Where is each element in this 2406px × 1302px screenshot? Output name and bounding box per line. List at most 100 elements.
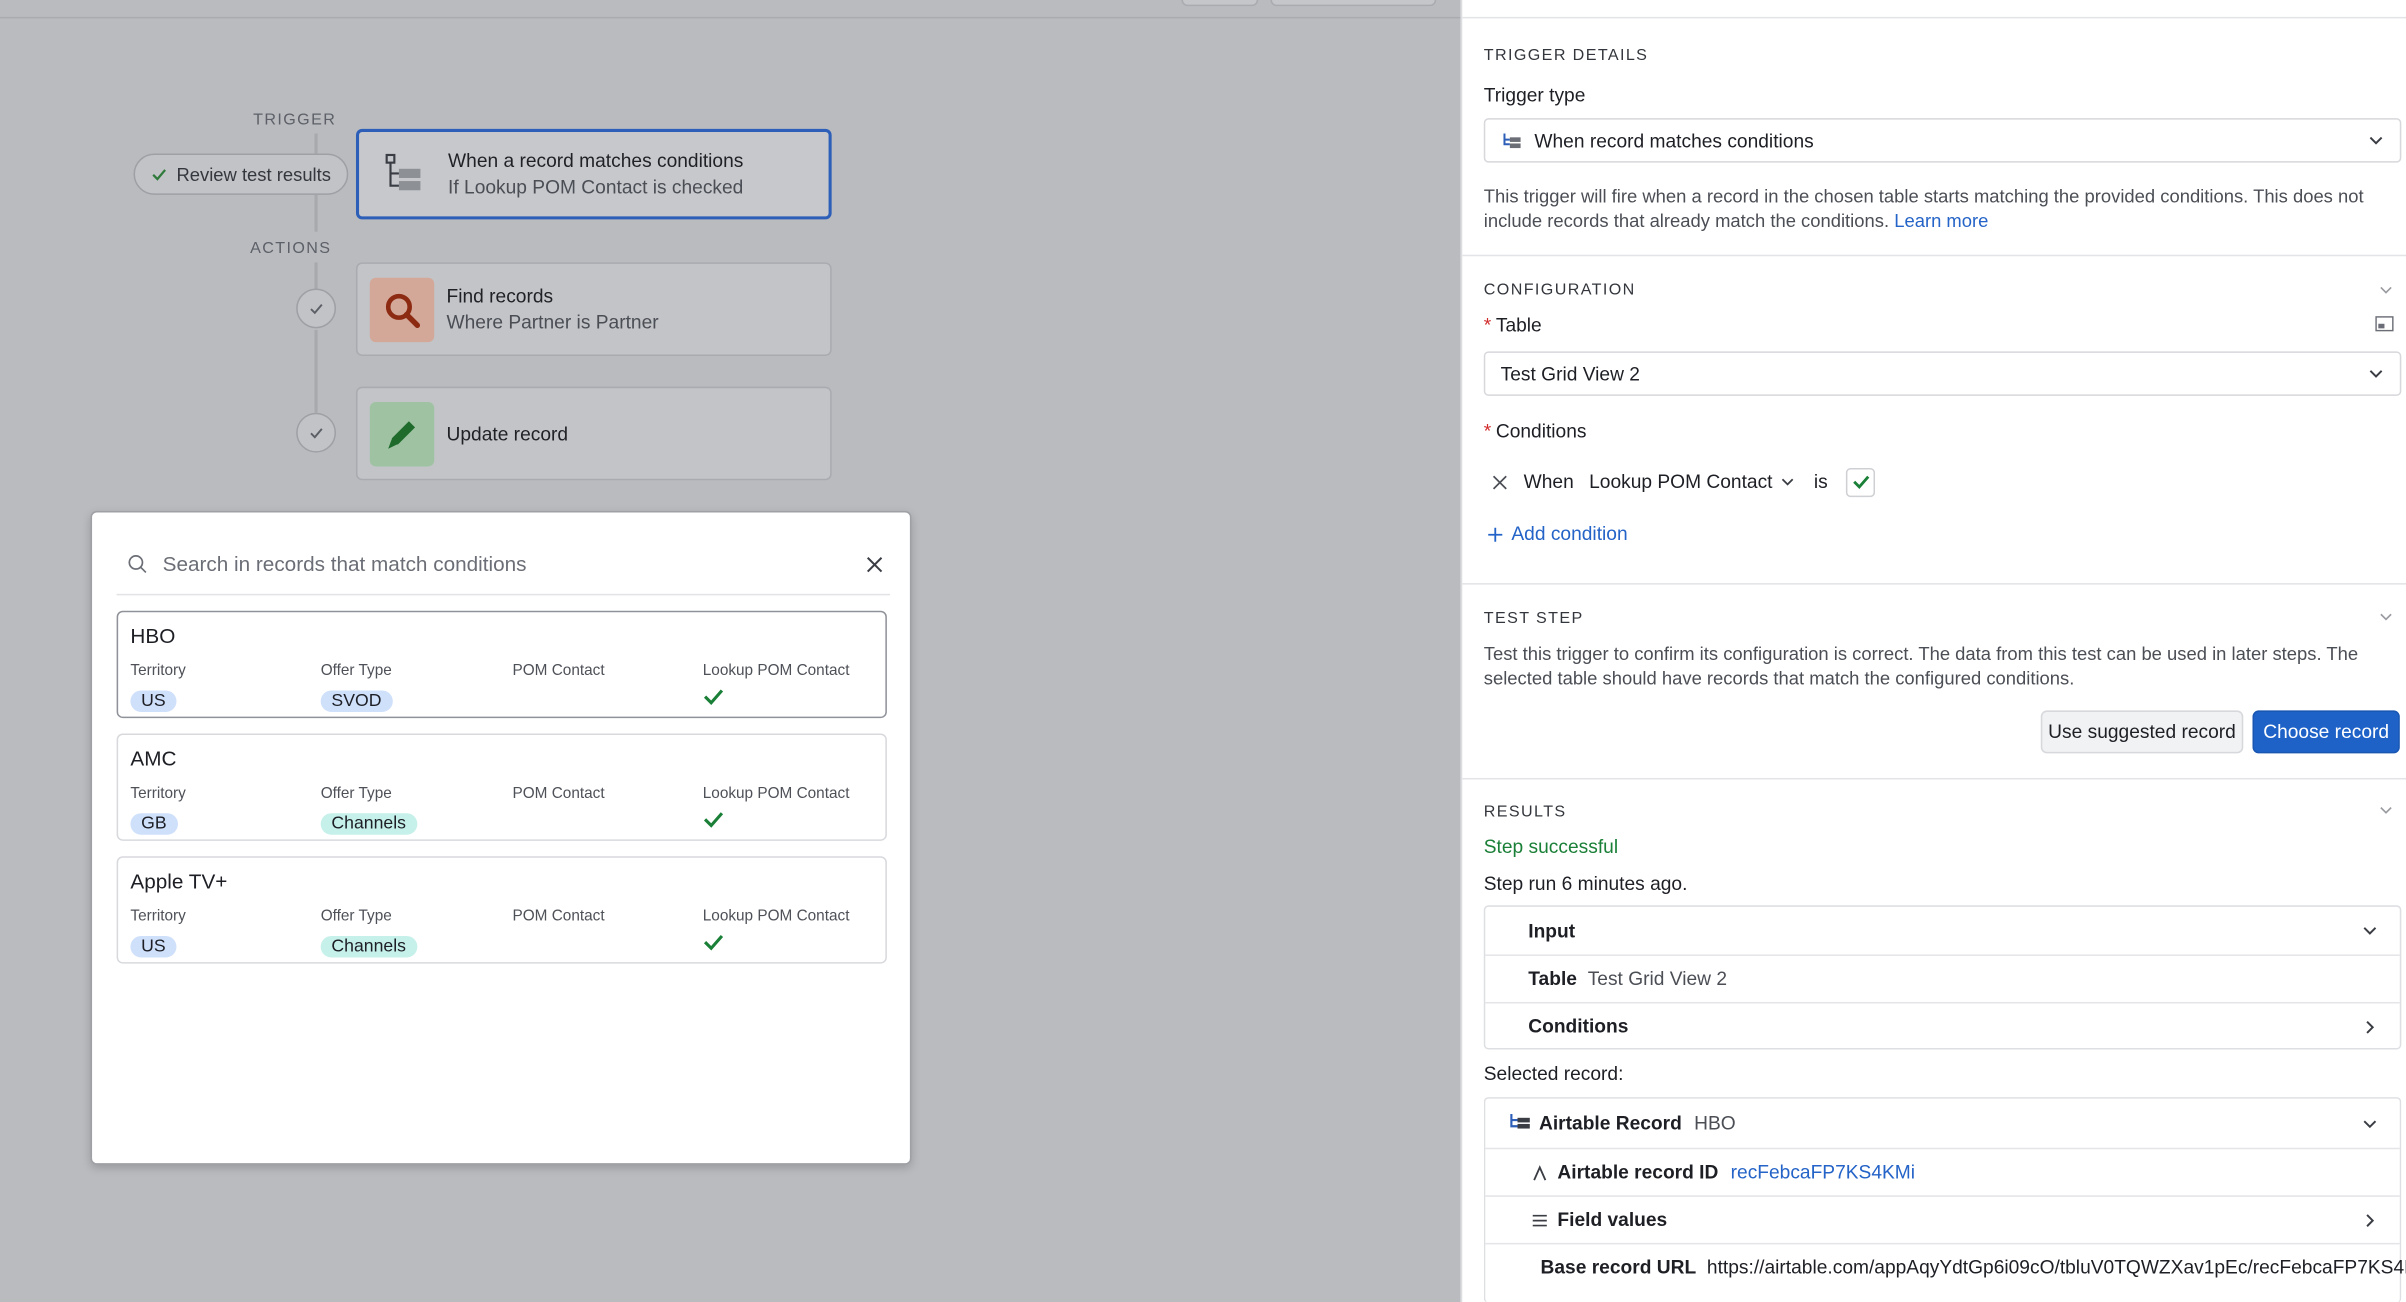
chevron-down-icon[interactable] [2378,802,2393,817]
record-option[interactable]: AMC Territory GB Offer Type Channels POM C… [116,733,887,841]
territory-label: Territory [130,785,186,803]
lookup-label: Lookup POM Contact [702,662,850,680]
lookup-label: Lookup POM Contact [702,908,850,926]
trigger-type-label: Trigger type [1483,84,1586,106]
trigger-details-header: TRIGGER DETAILS [1483,46,1649,65]
test-step-description: Test this trigger to confirm its configu… [1483,642,2359,689]
input-toggle[interactable]: Input [1485,907,2400,955]
update-card-title: Update record [446,422,569,445]
chevron-down-icon[interactable] [2378,282,2393,297]
add-condition-button[interactable]: Add condition [1487,523,1628,545]
offer-type-label: Offer Type [320,908,392,926]
offer-type-pill: SVOD [320,690,393,712]
text-field-icon [1533,1164,1547,1180]
table-label-text: Table [1495,314,1542,337]
divider [1462,583,2406,585]
record-option[interactable]: Apple TV+ Territory US Offer Type Channels… [116,856,887,964]
base-url-key: Base record URL [1540,1256,1697,1279]
trigger-description: This trigger will fire when a record in … [1484,184,2402,233]
results-header: RESULTS [1483,802,1567,821]
search-icon [128,555,147,574]
check-icon [703,812,724,828]
field-values-label: Field values [1557,1209,1668,1231]
conditions-icon [1503,132,1521,148]
toolbar-button[interactable] [1270,0,1437,7]
record-picker-dialog: HBO Territory US Offer Type SVOD POM Conta… [90,510,912,1165]
choose-record-button[interactable]: Choose record [2252,710,2400,754]
trigger-card[interactable]: When a record matches conditions If Look… [355,128,832,220]
input-table-value: Test Grid View 2 [1587,968,1727,990]
trigger-card-subtitle: If Lookup POM Contact is checked [448,176,744,198]
expand-table-icon[interactable] [2375,316,2394,332]
condition-operator[interactable]: is [1814,471,1828,492]
pom-contact-label: POM Contact [512,662,605,680]
list-icon [1532,1214,1547,1226]
flow-connector [314,194,318,232]
check-icon [310,428,323,439]
update-record-card[interactable]: Update record [355,386,832,481]
close-icon[interactable] [865,555,883,573]
remove-condition-icon[interactable] [1491,473,1508,490]
flow-connector [314,329,318,413]
step-run-time: Step run 6 minutes ago. [1483,873,1688,895]
app-root: TRIGGER ACTIONS Review test results When… [0,0,2406,1302]
chevron-right-icon [2366,1020,2375,1033]
territory-label: Territory [130,908,186,926]
required-marker: * [1483,420,1492,442]
input-conditions-row[interactable]: Conditions [1485,1003,2400,1049]
step-status: Step successful [1483,836,1619,858]
configuration-header: CONFIGURATION [1483,280,1636,300]
find-card-subtitle: Where Partner is Partner [446,311,659,333]
find-records-card[interactable]: Find records Where Partner is Partner [355,262,832,356]
use-suggested-record-button[interactable]: Use suggested record [2040,710,2244,754]
trigger-section-label: TRIGGER [253,110,337,129]
input-label: Input [1528,919,1576,942]
condition-checkbox[interactable] [1846,467,1876,497]
record-id-row: Airtable record ID recFebcaFP7KS4KMi [1485,1149,2400,1195]
condition-row: When Lookup POM Contact is [1484,465,1876,499]
conditions-icon [371,142,435,206]
table-value: Test Grid View 2 [1500,362,1640,385]
review-label: Review test results [176,163,331,185]
input-section: Input Table Test Grid View 2 Conditions [1483,905,2402,1050]
table-field-label: * Table [1484,315,1542,336]
record-id-key: Airtable record ID [1557,1161,1719,1184]
chevron-down-icon [2363,927,2377,935]
base-url-value[interactable]: https://airtable.com/appAqyYdtGp6i09cO/t… [1707,1257,2406,1278]
territory-pill: US [130,935,177,958]
record-search-input[interactable] [162,552,866,576]
condition-when: When [1523,471,1574,493]
add-condition-label: Add condition [1511,523,1628,545]
input-table-row: Table Test Grid View 2 [1485,956,2400,1002]
find-card-title: Find records [446,285,554,307]
trigger-type-value: When record matches conditions [1534,129,1814,152]
table-select[interactable]: Test Grid View 2 [1483,351,2402,396]
condition-field: Lookup POM Contact [1589,471,1773,493]
check-icon [1852,475,1869,489]
flow-connector [314,133,318,154]
condition-field-select[interactable]: Lookup POM Contact [1589,471,1795,493]
pencil-icon [369,401,435,466]
chevron-down-icon [2369,136,2383,145]
airtable-record-toggle[interactable]: Airtable Record HBO [1485,1099,2400,1148]
check-icon [310,303,323,315]
chevron-down-icon[interactable] [2378,609,2393,624]
record-id-value[interactable]: recFebcaFP7KS4KMi [1731,1162,1915,1183]
airtable-record-value: HBO [1694,1112,1736,1134]
step-complete-badge [296,288,337,329]
required-marker: * [1483,314,1492,337]
trigger-type-select[interactable]: When record matches conditions [1483,118,2402,163]
review-test-results-button[interactable]: Review test results [133,153,348,195]
selected-record-label: Selected record: [1483,1063,1624,1085]
lookup-label: Lookup POM Contact [702,785,850,803]
field-values-row[interactable]: Field values [1485,1197,2400,1243]
record-option[interactable]: HBO Territory US Offer Type SVOD POM Conta… [116,610,887,719]
toolbar-button[interactable] [1181,0,1259,7]
base-url-row: Base record URL https://airtable.com/app… [1485,1244,2406,1290]
airtable-record-key: Airtable Record [1539,1112,1682,1134]
record-name: Apple TV+ [130,870,228,894]
divider [1462,16,2406,19]
learn-more-link[interactable]: Learn more [1894,210,1988,231]
chevron-down-icon [2369,370,2383,378]
input-conditions-label: Conditions [1528,1015,1629,1038]
